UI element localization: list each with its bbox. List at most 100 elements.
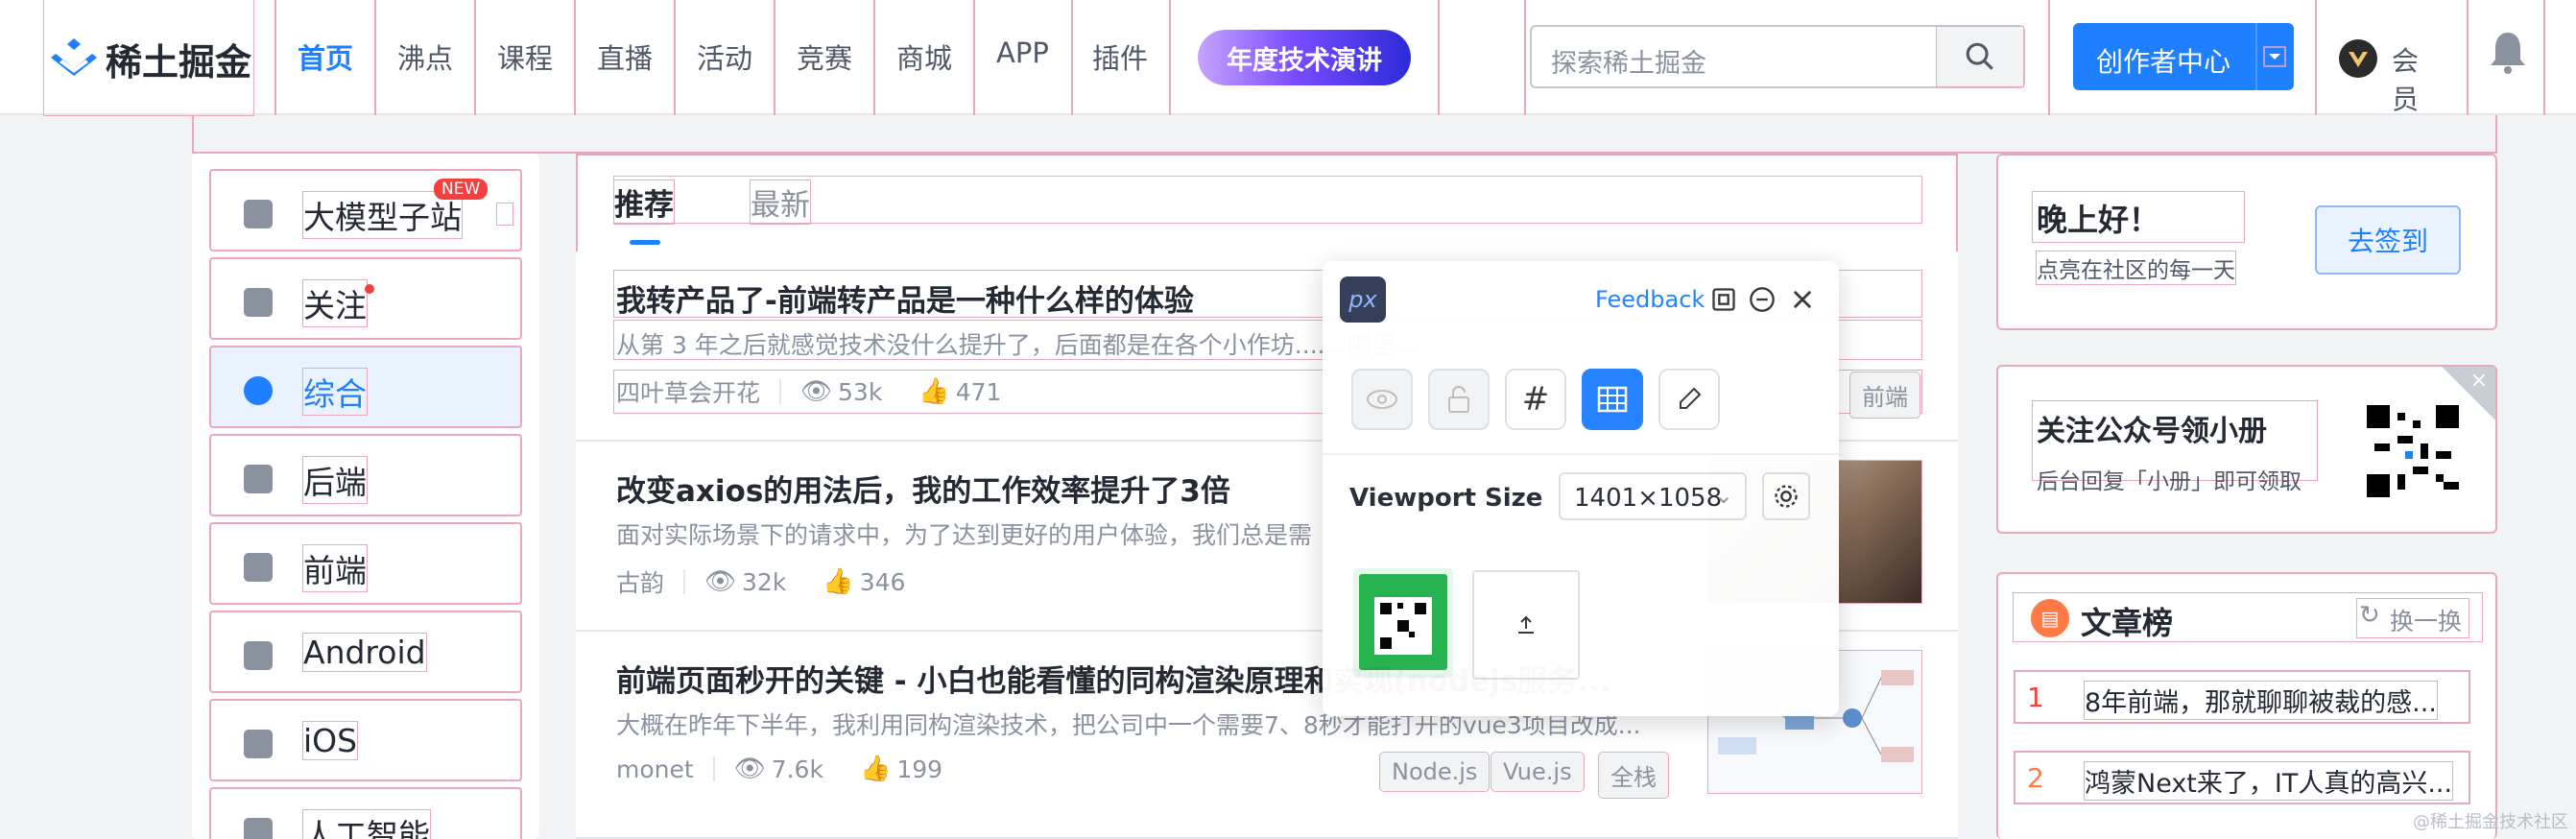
member-link[interactable]: 会员 [2338, 33, 2444, 115]
nav-contest[interactable]: 竞赛 [797, 36, 852, 77]
eye-icon: 👁 [800, 377, 833, 406]
nav-events[interactable]: 活动 [697, 36, 752, 77]
visibility-toggle[interactable] [1351, 369, 1413, 430]
sidebar-item-ai[interactable]: 人工智能 [209, 787, 522, 839]
creator-label: 创作者中心 [2096, 46, 2231, 78]
px-logo: px [1340, 276, 1386, 323]
rank-item[interactable]: 2 鸿蒙Next来了，IT人真的高兴... [2014, 751, 2470, 804]
article-tag[interactable]: Node.js [1378, 752, 1491, 792]
article-author[interactable]: monet [616, 755, 694, 783]
promo-banner[interactable]: 年度技术演讲 [1198, 30, 1411, 85]
rank-item[interactable]: 1 8年前端，那就聊聊被裁的感... [2014, 670, 2470, 724]
new-badge: NEW [434, 179, 489, 200]
pixel-overlay-panel: px Feedback # Viewport Size 1401×1058 ⌄ [1323, 261, 1839, 716]
sidebar-item-all[interactable]: 综合 [209, 346, 522, 428]
search-input[interactable]: 探索稀土掘金 [1551, 42, 1706, 80]
thumbs-up-icon[interactable]: 👍 [918, 377, 949, 406]
screenshot-icon[interactable] [1710, 286, 1737, 313]
creator-center-button[interactable]: 创作者中心 [2073, 23, 2294, 90]
upload-button[interactable] [1472, 570, 1580, 680]
sidebar-item-label: Android [302, 633, 427, 672]
eye-icon [1367, 390, 1397, 409]
table-icon [1597, 386, 1628, 413]
follow-icon [244, 288, 273, 317]
tab-indicator [630, 240, 660, 245]
article-meta: 古韵 👁 32k 👍 346 [616, 564, 905, 599]
rank-icon: ▤ [2031, 599, 2069, 637]
close-corner[interactable]: × [2442, 367, 2495, 420]
thumbs-up-icon[interactable]: 👍 [860, 755, 891, 783]
logo-text: 稀土掘金 [106, 41, 252, 84]
article-tag[interactable]: Vue.js [1491, 752, 1585, 792]
sidebar-item-ios[interactable]: iOS [209, 699, 522, 781]
nav-course[interactable]: 课程 [497, 36, 553, 77]
rank-number: 2 [2027, 762, 2044, 794]
sidebar-item-label: 前端 [302, 544, 368, 592]
article-tag[interactable]: 前端 [1849, 372, 1920, 419]
nav-live[interactable]: 直播 [597, 36, 653, 77]
sidebar-item-frontend[interactable]: 前端 [209, 522, 522, 605]
tab-latest[interactable]: 最新 [750, 180, 811, 225]
sidebar-item-label: 综合 [302, 368, 368, 416]
sidebar-item-llm[interactable]: 大模型子站 NEW [209, 169, 522, 252]
wechat-title: 关注公众号领小册 [2037, 415, 2267, 448]
minimize-icon[interactable] [1749, 286, 1776, 313]
thumbs-up-icon[interactable]: 👍 [823, 567, 853, 596]
search-box[interactable]: 探索稀土掘金 [1530, 25, 2025, 88]
android-icon [244, 641, 273, 670]
sidebar-item-label: 关注 [302, 279, 368, 327]
wechat-subtitle: 后台回复「小册」即可领取 [2037, 469, 2302, 494]
sidebar-item-android[interactable]: Android [209, 611, 522, 693]
eye-icon: 👁 [704, 567, 737, 596]
close-icon[interactable]: × [2470, 369, 2488, 393]
bell-icon[interactable] [2488, 29, 2528, 77]
wechat-card[interactable]: 关注公众号领小册 后台回复「小册」即可领取 × [1996, 365, 2497, 534]
unread-dot [365, 284, 374, 294]
greeting-subtitle: 点亮在社区的每一天 [2036, 251, 2236, 285]
apple-icon [244, 730, 273, 758]
grid-hash-toggle[interactable]: # [1505, 369, 1566, 430]
search-button[interactable] [1936, 26, 2024, 87]
watermark: @稀土掘金技术社区 [2413, 812, 2568, 832]
logo[interactable]: 稀土掘金 [43, 0, 254, 116]
sidebar-item-label: iOS [301, 721, 359, 760]
sidebar-item-label: 大模型子站 [302, 191, 463, 239]
article-author[interactable]: 四叶草会开花 [616, 374, 760, 409]
tab-recommend[interactable]: 推荐 [613, 180, 675, 225]
sidebar-item-backend[interactable]: 后端 [209, 434, 522, 516]
viewport-value: 1401×1058 [1574, 484, 1723, 513]
signin-button[interactable]: 去签到 [2315, 205, 2461, 275]
payment-qr-thumbnail[interactable] [1353, 568, 1453, 678]
nav-app[interactable]: APP [996, 36, 1049, 69]
nav-pins[interactable]: 沸点 [397, 36, 453, 77]
feedback-link[interactable]: Feedback [1595, 286, 1705, 313]
nav-shop[interactable]: 商城 [896, 36, 952, 77]
upload-icon [1518, 615, 1534, 634]
lock-toggle[interactable] [1428, 369, 1490, 430]
backend-icon [244, 465, 273, 493]
nav-home[interactable]: 首页 [298, 36, 353, 77]
rank-article-title: 8年前端，那就聊聊被裁的感... [2084, 681, 2438, 720]
greeting-title: 晚上好！ [2037, 202, 2160, 238]
article-views: 32k [742, 567, 787, 596]
settings-button[interactable] [1762, 472, 1810, 520]
chevron-down-icon[interactable] [2263, 46, 2286, 67]
article-likes: 346 [859, 567, 906, 596]
rank-number: 1 [2027, 682, 2044, 713]
close-icon[interactable] [1789, 286, 1816, 313]
sidebar-item-follow[interactable]: 关注 [209, 257, 522, 340]
sidebar-item-label: 后端 [302, 456, 368, 504]
nav-plugin[interactable]: 插件 [1092, 36, 1148, 77]
article-author[interactable]: 古韵 [616, 564, 664, 599]
article-views: 7.6k [771, 755, 823, 783]
compass-icon [244, 376, 273, 405]
article-meta: monet 👁 7.6k 👍 199 [616, 755, 942, 783]
color-picker-toggle[interactable] [1658, 369, 1720, 430]
chevron-down-icon: ⌄ [1713, 482, 1733, 509]
eyedropper-icon [1680, 387, 1702, 409]
viewport-select[interactable]: 1401×1058 ⌄ [1559, 472, 1747, 520]
refresh-label: 换一换 [2390, 608, 2463, 635]
table-grid-toggle[interactable] [1582, 369, 1643, 430]
article-tag[interactable]: 全栈 [1598, 752, 1669, 799]
refresh-button[interactable]: ↻ 换一换 [2356, 598, 2469, 638]
